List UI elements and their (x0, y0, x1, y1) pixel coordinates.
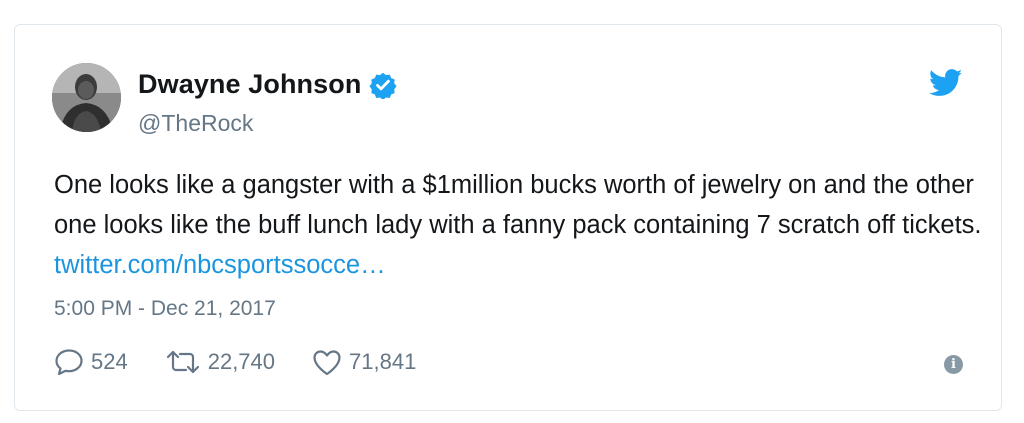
twitter-bird-icon[interactable] (929, 69, 963, 97)
reply-icon (55, 349, 83, 376)
avatar[interactable] (52, 63, 121, 132)
tweet-text: One looks like a gangster with a $1milli… (54, 165, 984, 285)
author-name-row[interactable]: Dwayne Johnson (138, 69, 397, 100)
tweet-link[interactable]: twitter.com/nbcsportssocce… (54, 251, 386, 279)
retweet-button[interactable]: 22,740 (165, 349, 275, 375)
tweet-timestamp[interactable]: 5:00 PM - Dec 21, 2017 (54, 297, 276, 321)
author-display-name[interactable]: Dwayne Johnson (138, 69, 361, 100)
reply-button[interactable]: 524 (54, 348, 128, 376)
verified-badge-icon (369, 71, 397, 100)
reply-count: 524 (91, 349, 128, 374)
author-handle[interactable]: @TheRock (138, 110, 253, 137)
tweet-body: One looks like a gangster with a $1milli… (54, 171, 982, 239)
info-icon[interactable]: i (944, 355, 963, 374)
tweet-card[interactable]: Dwayne Johnson @TheRock One looks like a… (14, 24, 1002, 411)
heart-icon (313, 349, 341, 375)
retweet-icon (166, 350, 199, 374)
like-button[interactable]: 71,841 (312, 349, 416, 376)
tweet-actions: 524 22,740 71,841 (54, 348, 453, 376)
like-count: 71,841 (349, 349, 417, 374)
retweet-count: 22,740 (207, 349, 276, 374)
